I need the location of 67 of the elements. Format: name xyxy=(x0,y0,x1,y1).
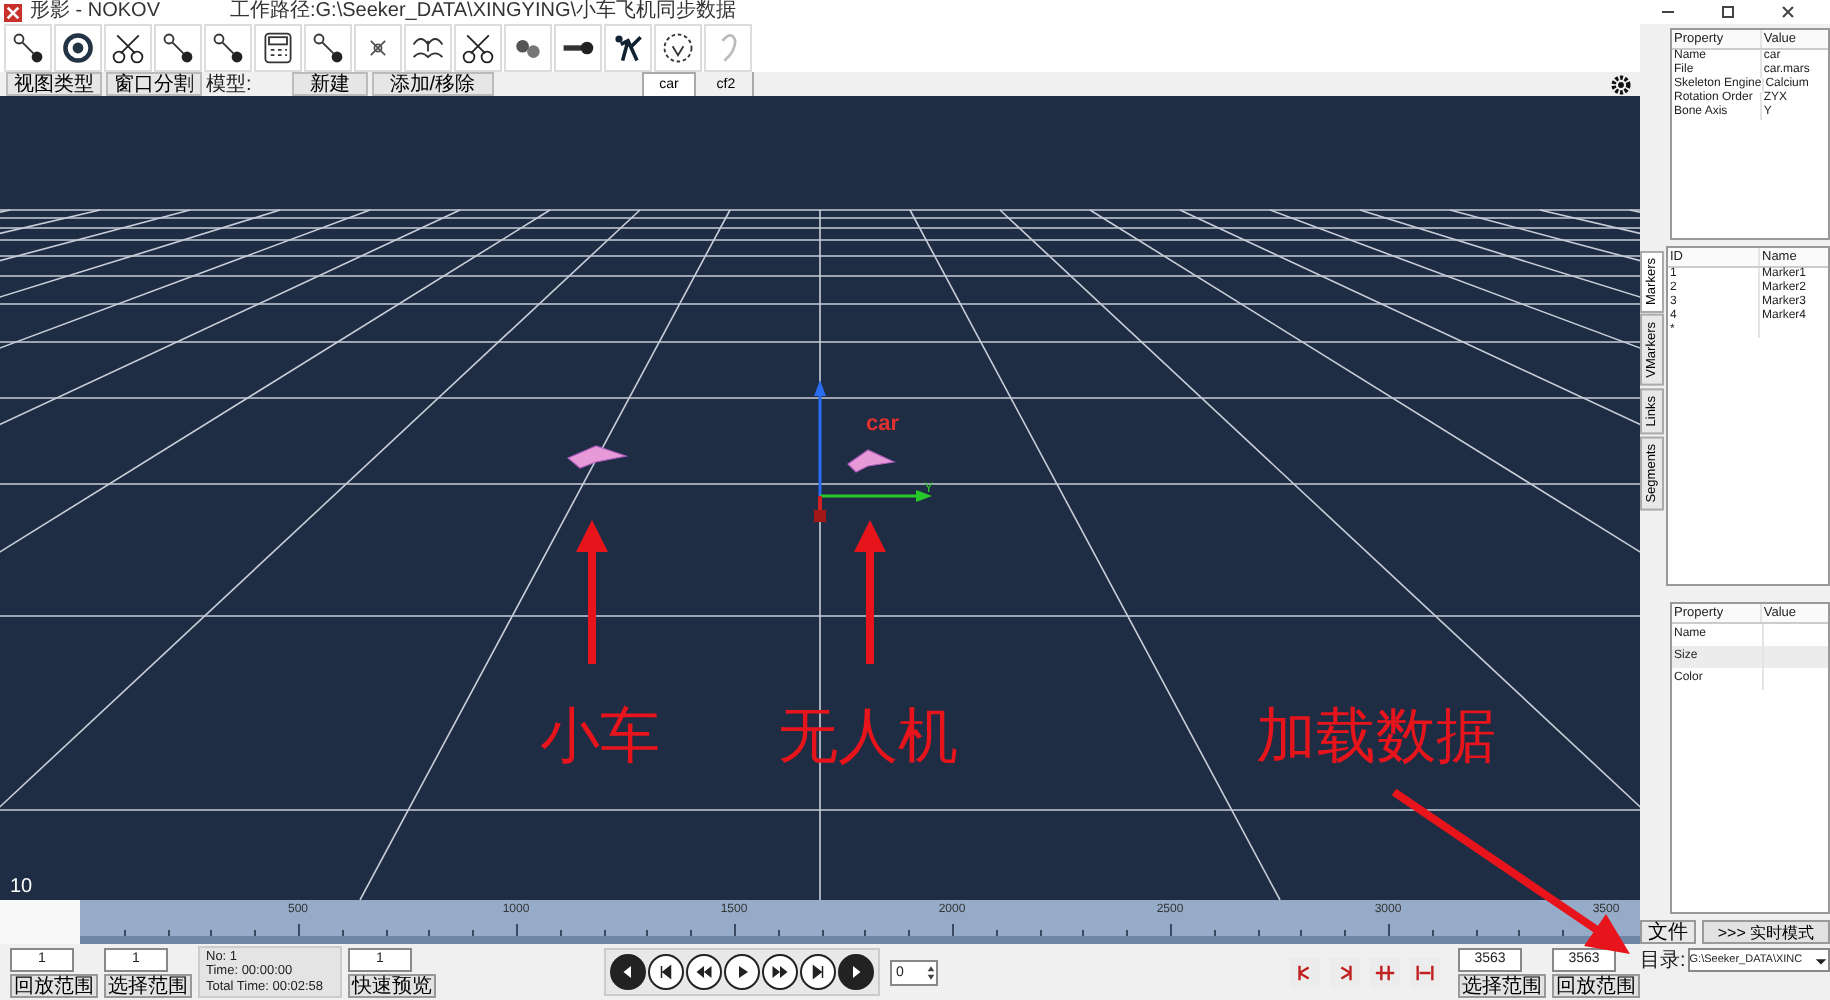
rewind-button[interactable] xyxy=(686,954,722,990)
model-label: 模型: xyxy=(206,71,252,98)
select-range-button[interactable]: 选择范围 xyxy=(104,973,192,997)
playback-range-button[interactable]: 回放范围 xyxy=(10,973,98,997)
toolbar-button[interactable] xyxy=(404,24,452,72)
close-icon[interactable] xyxy=(1778,2,1798,22)
node-link-icon xyxy=(160,30,196,66)
annotation-arrow xyxy=(854,520,886,664)
skip-start-button[interactable] xyxy=(648,954,684,990)
fast-forward-button[interactable] xyxy=(762,954,798,990)
ff-icon xyxy=(768,960,792,984)
axis-drawing xyxy=(814,380,932,522)
select-range-button[interactable]: 选择范围 xyxy=(1458,973,1546,997)
directory-label: 目录: xyxy=(1640,948,1686,974)
object-label: car xyxy=(866,412,900,436)
node-link-icon xyxy=(210,30,246,66)
toolbar-button[interactable] xyxy=(304,24,352,72)
toolbar-button[interactable] xyxy=(454,24,502,72)
skip-end-button[interactable] xyxy=(800,954,836,990)
quick-preview-button[interactable]: 快速预览 xyxy=(348,973,436,997)
marker-drawing xyxy=(847,449,897,473)
node-link-icon xyxy=(10,30,46,66)
bracket-icon xyxy=(1374,961,1396,983)
menu-button[interactable]: 窗口分割 xyxy=(106,72,202,96)
step-back-button[interactable] xyxy=(610,954,646,990)
step-forward-button[interactable] xyxy=(838,954,874,990)
toolbar-button[interactable] xyxy=(354,24,402,72)
scissors-icon xyxy=(460,30,496,66)
face-icon xyxy=(660,30,696,66)
frame-number: 10 xyxy=(10,876,33,898)
marker-drawing xyxy=(566,445,629,469)
annotation-arrow xyxy=(576,520,608,664)
toolbar-button[interactable] xyxy=(154,24,202,72)
range-marker-button[interactable] xyxy=(1330,957,1360,987)
playback-range-button[interactable]: 回放范围 xyxy=(1552,973,1640,997)
node-link-icon xyxy=(310,30,346,66)
dropdown-arrow-icon xyxy=(1814,953,1828,967)
bracket-icon xyxy=(1414,961,1436,983)
restore-icon[interactable] xyxy=(1718,2,1738,22)
spinner-arrows-icon xyxy=(926,963,936,981)
toolbar-button[interactable] xyxy=(4,24,52,72)
annotation-label: 小车 xyxy=(540,700,660,776)
menu-button[interactable]: 视图类型 xyxy=(6,72,102,96)
toolbar-button[interactable] xyxy=(54,24,102,72)
model-button[interactable]: 添加/移除 xyxy=(371,72,494,96)
toolbar-button[interactable] xyxy=(554,24,602,72)
calculator-icon xyxy=(260,30,296,66)
figure-icon xyxy=(610,30,646,66)
toolbar-button[interactable] xyxy=(654,24,702,72)
toolbar-button[interactable] xyxy=(604,24,652,72)
scissors-icon xyxy=(110,30,146,66)
toolbar-button[interactable] xyxy=(504,24,552,72)
range-marker-button[interactable] xyxy=(1370,957,1400,987)
toolbar-button[interactable] xyxy=(204,24,252,72)
rew-icon xyxy=(692,960,716,984)
ring-icon xyxy=(60,30,96,66)
play-button[interactable] xyxy=(724,954,760,990)
toolbar-button[interactable] xyxy=(104,24,152,72)
realtime-mode-button[interactable]: >>> 实时模式 xyxy=(1702,920,1830,944)
settings-icon[interactable] xyxy=(1610,73,1632,95)
toolbar-button[interactable] xyxy=(254,24,302,72)
window-title: 形影 - NOKOV xyxy=(30,0,163,24)
range-marker-button[interactable] xyxy=(1290,957,1320,987)
annotation-label: 加载数据 xyxy=(1256,700,1496,776)
range-marker-button[interactable] xyxy=(1410,957,1440,987)
file-button[interactable]: 文件 xyxy=(1640,920,1696,944)
model-button[interactable]: 新建 xyxy=(291,72,368,96)
